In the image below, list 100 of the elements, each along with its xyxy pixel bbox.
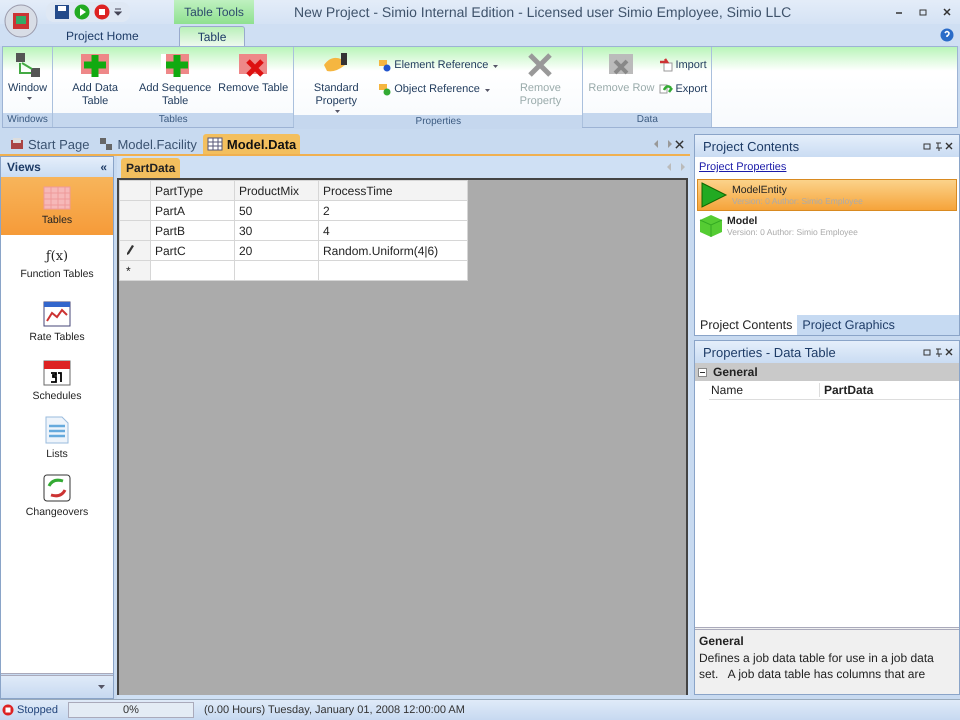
- list-icon: [45, 416, 69, 444]
- table-cell[interactable]: 30: [234, 220, 318, 240]
- stop-icon[interactable]: [94, 4, 110, 20]
- corner-cell: [120, 180, 150, 200]
- caret-icon: [26, 97, 32, 100]
- play-icon: [700, 181, 728, 209]
- group-label: Windows: [3, 113, 52, 127]
- table-cell[interactable]: [234, 260, 318, 280]
- x-icon: [526, 51, 554, 79]
- column-header[interactable]: ProcessTime: [318, 180, 468, 200]
- ribbon-button[interactable]: Object Reference: [376, 79, 500, 99]
- model-item[interactable]: ModelEntity Version: 0 Author: Simio Employee: [697, 179, 957, 211]
- panel-controls-icon[interactable]: [923, 142, 953, 150]
- group-label: Data: [583, 113, 712, 127]
- page-icon: [10, 137, 24, 151]
- model-item[interactable]: Model Version: 0 Author: Simio Employee: [697, 213, 957, 239]
- panel-title: Views: [7, 160, 41, 174]
- view-item[interactable]: ƒ(x) Function Tables: [1, 235, 113, 293]
- panel-controls-icon[interactable]: [923, 348, 953, 356]
- function-icon: ƒ(x): [46, 248, 68, 264]
- property-value[interactable]: PartData: [820, 383, 874, 397]
- panel-title: Properties - Data Table: [703, 344, 836, 360]
- stop-icon: [2, 704, 14, 716]
- project-properties-link[interactable]: Project Properties: [695, 157, 959, 177]
- group-label: Tables: [53, 113, 294, 127]
- run-state: Stopped: [17, 704, 58, 716]
- context-tab-group: Table Tools: [174, 0, 254, 24]
- group-label: Properties: [294, 115, 582, 129]
- category-label: General: [713, 365, 758, 379]
- document-tab[interactable]: Start Page: [6, 134, 94, 154]
- ribbon-button[interactable]: Window: [5, 49, 50, 113]
- table-cell[interactable]: PartC: [150, 240, 234, 260]
- panel-tab[interactable]: Project Graphics: [797, 315, 900, 335]
- model-meta: Version: 0 Author: Simio Employee: [727, 227, 858, 237]
- grid-remove-icon: [238, 51, 268, 79]
- ribbon-button[interactable]: Import: [657, 55, 710, 75]
- close-icon[interactable]: [942, 7, 952, 17]
- column-header[interactable]: ProductMix: [234, 180, 318, 200]
- category-row[interactable]: General: [695, 363, 959, 381]
- cycle-icon: [43, 474, 71, 502]
- table-cell[interactable]: 4: [318, 220, 468, 240]
- grid-add-icon: [160, 51, 190, 79]
- property-name: Name: [709, 383, 820, 397]
- grid-add-icon: [80, 51, 110, 79]
- panel-title: Project Contents: [703, 138, 800, 154]
- save-icon[interactable]: [54, 4, 70, 20]
- view-item[interactable]: Rate Tables: [1, 293, 113, 351]
- table-cell[interactable]: 50: [234, 200, 318, 220]
- view-item[interactable]: Lists: [1, 409, 113, 467]
- row-header[interactable]: *: [120, 260, 150, 280]
- ribbon-button[interactable]: Add Data Table: [55, 49, 136, 113]
- window-icon: [14, 51, 42, 79]
- grid-icon: [43, 186, 71, 210]
- ribbon-tab[interactable]: Project Home: [48, 26, 157, 46]
- table-cell[interactable]: PartA: [150, 200, 234, 220]
- ribbon-button[interactable]: Remove Table: [215, 49, 292, 113]
- caret-icon: [335, 110, 340, 113]
- table-cell[interactable]: PartB: [150, 220, 234, 240]
- reference-icon: [378, 58, 392, 72]
- help-icon[interactable]: [940, 28, 954, 42]
- nodes-icon: [99, 137, 114, 151]
- window-title: New Project - Simio Internal Edition - Licensed user Simio Employee, Simio LLC: [294, 4, 792, 20]
- table-cell[interactable]: [150, 260, 234, 280]
- cube-icon: [699, 214, 723, 238]
- ribbon-button[interactable]: Export: [657, 79, 710, 99]
- model-name: Model: [727, 215, 758, 227]
- restore-icon[interactable]: [918, 7, 928, 17]
- collapse-icon[interactable]: [698, 368, 707, 376]
- table-cell[interactable]: 2: [318, 200, 468, 220]
- table-cell[interactable]: [318, 260, 468, 280]
- close-icon[interactable]: [675, 140, 684, 148]
- ribbon-button[interactable]: Standard Property: [296, 49, 376, 115]
- model-meta: Version: 0 Author: Simio Employee: [732, 196, 863, 206]
- table-cell[interactable]: 20: [234, 240, 318, 260]
- document-tab[interactable]: Model.Data: [202, 134, 300, 154]
- column-header[interactable]: PartType: [150, 180, 234, 200]
- progress-reading: 0%: [123, 704, 139, 716]
- table-cell[interactable]: Random.Uniform(4|6): [318, 240, 468, 260]
- model-name: ModelEntity: [732, 184, 788, 196]
- document-tab[interactable]: Model.Facility: [95, 134, 201, 154]
- caret-icon: [484, 88, 490, 92]
- view-item[interactable]: Schedules: [1, 351, 113, 409]
- ribbon-button[interactable]: Add Sequence Table: [135, 49, 216, 113]
- import-icon: [659, 58, 674, 72]
- ribbon-tab[interactable]: Table: [178, 26, 246, 46]
- description-title: General: [699, 634, 745, 648]
- row-header[interactable]: [120, 240, 150, 260]
- view-item[interactable]: Tables: [1, 177, 113, 235]
- export-icon: [659, 82, 674, 96]
- collapse-icon[interactable]: «: [100, 160, 107, 174]
- grid-icon: [206, 137, 223, 151]
- caret-icon[interactable]: [98, 685, 105, 689]
- customize-icon[interactable]: [114, 8, 122, 16]
- sheet-tab[interactable]: PartData: [121, 158, 180, 178]
- pencil-icon: [126, 244, 134, 254]
- ribbon-button[interactable]: Element Reference: [376, 55, 500, 75]
- view-item[interactable]: Changeovers: [1, 467, 113, 525]
- chart-icon: [43, 301, 71, 327]
- description-text: Defines a job data table for use in a job data set. A job data table has columns that are: [699, 650, 935, 682]
- panel-tab[interactable]: Project Contents: [695, 315, 798, 335]
